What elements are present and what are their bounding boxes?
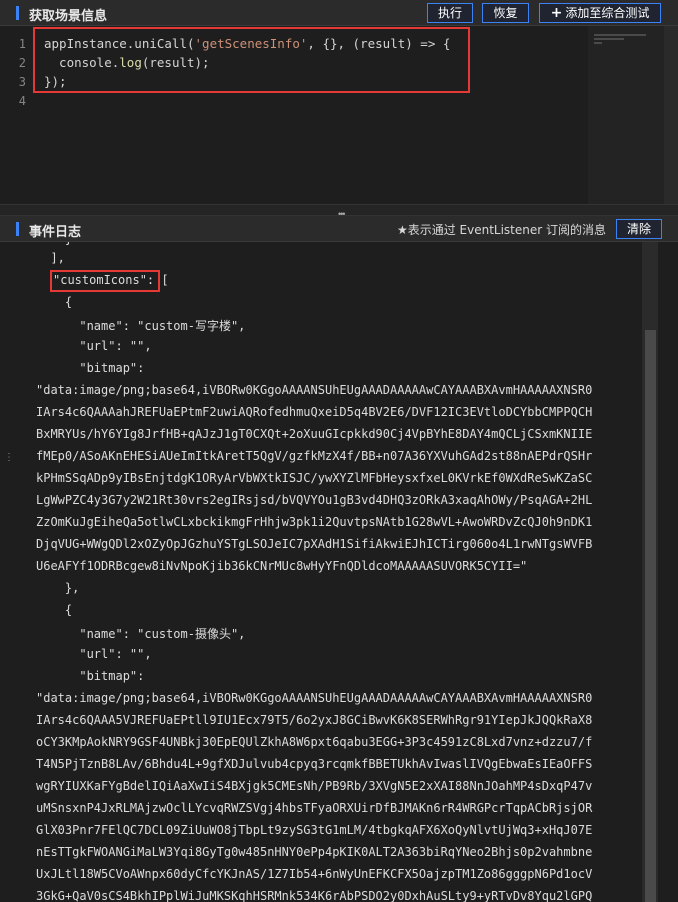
- log-line: ZzOmKuJgEiheQa5otlwCLxbckikmgFrHhjw3pk1i…: [36, 515, 593, 529]
- log-line: {: [36, 603, 73, 617]
- log-line: "data:image/png;base64,iVBORw0KGgoAAAANS…: [36, 691, 593, 705]
- log-line: T4N5PjTznB8LAv/6Bhdu4L+9gfXDJulvub4cpyq3…: [36, 757, 593, 771]
- log-line: "bitmap":: [36, 361, 145, 375]
- minimap-line: [594, 42, 602, 44]
- eventlistener-hint: ★表示通过 EventListener 订阅的消息: [396, 223, 606, 237]
- log-line: oCY3KMpAokNRY9GSF4UNBkj30EpEQUlZkhA8W6px…: [36, 735, 593, 749]
- event-log-content[interactable]: } ], "customIcons": [ { "name": "custom-…: [0, 242, 678, 902]
- header-accent-bar: [16, 6, 19, 20]
- log-line: ],: [36, 251, 65, 265]
- minimap-line: [594, 34, 646, 36]
- panel-header-scene: 获取场景信息 执行 恢复 + 添加至综合测试: [0, 0, 678, 26]
- log-line: IArs4c6QAAAahJREFUaEPtmF2uwiAQRofedhmuQx…: [36, 405, 593, 419]
- line-gutter: 1 2 3 4: [0, 26, 30, 204]
- log-line: nEsTTgkFWOANGiMaLW3Yqi8GyTg0w485nHNY0ePp…: [36, 845, 593, 859]
- log-line: "url": "",: [36, 647, 152, 661]
- minimap-line: [594, 38, 624, 40]
- line-number: 3: [18, 75, 26, 89]
- line-number: 2: [18, 56, 26, 70]
- drag-handle-icon[interactable]: ⋮: [4, 452, 14, 463]
- line-number: 4: [18, 94, 26, 108]
- log-line: "name": "custom-写字楼",: [36, 319, 246, 333]
- custom-icons-highlight-box: [50, 270, 160, 292]
- log-line: UxJLtl18W5CVoAWnpx60dyCfcYKJnAS/1Z7Ib54+…: [36, 867, 593, 881]
- clear-button[interactable]: 清除: [616, 219, 662, 239]
- log-line: fMEp0/ASoAKnEHESiAUeImItkAretT5QgV/gzfkM…: [36, 449, 593, 463]
- log-line: LgWwPZC4y3G7y2W21Rt30vrs2egIRsjsd/bVQVYO…: [36, 493, 593, 507]
- code-editor[interactable]: 1 2 3 4 appInstance.uniCall('getScenesIn…: [0, 26, 678, 204]
- log-line: 3GkG+QaV0sCS4BkhIPplWiJuMKSKqhHSRMnk534K…: [36, 889, 593, 902]
- log-line: },: [36, 581, 80, 595]
- plus-icon: +: [550, 5, 563, 21]
- log-panel-title: 事件日志: [29, 225, 82, 240]
- log-line: DjqVUG+WWgQDl2xOZyOpJGzhuYSTgLSOJeIC7pXA…: [36, 537, 593, 551]
- execute-button[interactable]: 执行: [427, 3, 473, 23]
- editor-scrollbar[interactable]: [664, 26, 678, 204]
- log-line: "data:image/png;base64,iVBORw0KGgoAAAANS…: [36, 383, 593, 397]
- log-line: GlX03Pnr7FElQC7DCL09ZiUuWO8jTbpLt9zySG3t…: [36, 823, 593, 837]
- log-line: "name": "custom-摄像头",: [36, 627, 246, 641]
- code-highlight-box: [33, 27, 470, 93]
- add-to-test-label: 添加至综合测试: [565, 6, 650, 20]
- log-line: }: [36, 242, 72, 246]
- panel-header-log: 事件日志 ★表示通过 EventListener 订阅的消息 清除: [0, 216, 678, 242]
- log-line: "url": "",: [36, 339, 152, 353]
- header-accent-bar: [16, 222, 19, 236]
- log-scrollbar-thumb[interactable]: [645, 330, 656, 902]
- log-line: U6eAFYf1ODRBcgew8iNvNpoKjib36kCNrMUc8wHy…: [36, 559, 528, 573]
- restore-button[interactable]: 恢复: [482, 3, 529, 23]
- log-line: "bitmap":: [36, 669, 145, 683]
- log-line: wgRYIUXKaFYgBdelIQiAaXwIiS4BXjgk5CMEsNh/…: [36, 779, 593, 793]
- log-line: {: [36, 295, 73, 309]
- panel-splitter[interactable]: •••: [0, 204, 678, 219]
- add-to-test-button[interactable]: + 添加至综合测试: [539, 3, 661, 23]
- log-line: IArs4c6QAAA5VJREFUaEPtll9IU1Ecx79T5/6o2y…: [36, 713, 593, 727]
- log-line: BxMRYUs/hY6YIg8JrfHB+qAJzJ1gT0CXQt+2oXuu…: [36, 427, 593, 441]
- panel-title: 获取场景信息: [29, 9, 108, 24]
- line-number: 1: [18, 37, 26, 51]
- log-line: uMSnsxnP4JxRLMAjzwOclLYcvqRWZSVgj4hbsTFy…: [36, 801, 593, 815]
- log-line: kPHmSSqADp9yIBsEnjtdgK1ORyArVbWXtkISJC/y…: [36, 471, 593, 485]
